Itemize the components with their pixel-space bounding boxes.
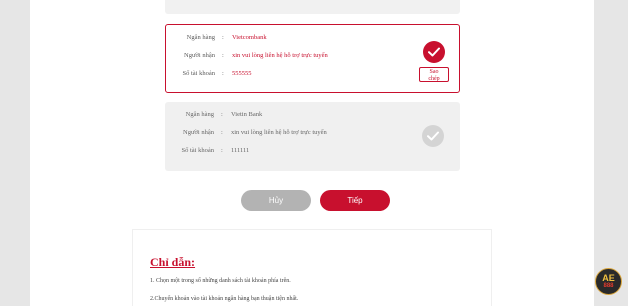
guide-box: Chỉ dẫn: 1. Chọn một trong số những danh… (132, 229, 492, 306)
bank-card-vietinbank[interactable]: Ngân hàng : Vietin Bank Người nhận : xin… (165, 102, 460, 171)
previous-bank-card[interactable] (165, 0, 460, 14)
account-row: Số tài khoản : 111111 (165, 146, 425, 156)
bank-label: Ngân hàng (186, 34, 215, 41)
receiver-label: Người nhận (183, 129, 214, 136)
unselected-check-icon[interactable] (422, 125, 444, 147)
guide-item: 2.Chuyển khoản vào tài khoản ngân hàng b… (150, 296, 299, 302)
colon: : (222, 34, 224, 41)
receiver-value: xin vui lòng liên hệ hỗ trợ trực tuyến (231, 129, 327, 136)
bank-label: Ngân hàng (185, 111, 214, 118)
account-label: Số tài khoản (181, 147, 215, 154)
bank-row: Ngân hàng : Vietcombank (166, 33, 426, 43)
bank-value: Vietin Bank (231, 111, 263, 118)
logo-text: AE (602, 272, 615, 283)
cancel-button[interactable]: Hủy (241, 190, 311, 211)
colon: : (221, 111, 223, 118)
receiver-row: Người nhận : xin vui lòng liên hệ hỗ trợ… (166, 51, 426, 61)
account-label: Số tài khoản (182, 70, 216, 77)
receiver-label: Người nhận (184, 52, 215, 59)
logo-text: 888 (603, 282, 614, 289)
bank-card-vietcombank[interactable]: Ngân hàng : Vietcombank Người nhận : xin… (165, 24, 460, 93)
next-button[interactable]: Tiếp (320, 190, 390, 211)
left-gutter (0, 0, 30, 306)
colon: : (222, 70, 224, 77)
colon: : (221, 147, 223, 154)
bank-value: Vietcombank (232, 34, 267, 41)
bank-row: Ngân hàng : Vietin Bank (165, 110, 425, 120)
receiver-value: xin vui lòng liên hệ hỗ trợ trực tuyến (232, 52, 328, 59)
copy-button[interactable]: Sao chép (419, 67, 449, 82)
account-row: Số tài khoản : 555555 (166, 69, 426, 79)
account-value: 555555 (232, 70, 252, 77)
account-value: 111111 (231, 147, 250, 154)
guide-title: Chỉ dẫn: (150, 255, 196, 269)
colon: : (222, 52, 224, 59)
selected-check-icon[interactable] (423, 41, 445, 63)
receiver-row: Người nhận : xin vui lòng liên hệ hỗ trợ… (165, 128, 425, 138)
guide-item: 1. Chọn một trong số những danh sách tài… (150, 278, 291, 284)
brand-logo[interactable]: AE 888 (595, 268, 622, 295)
right-gutter (594, 0, 628, 306)
colon: : (221, 129, 223, 136)
